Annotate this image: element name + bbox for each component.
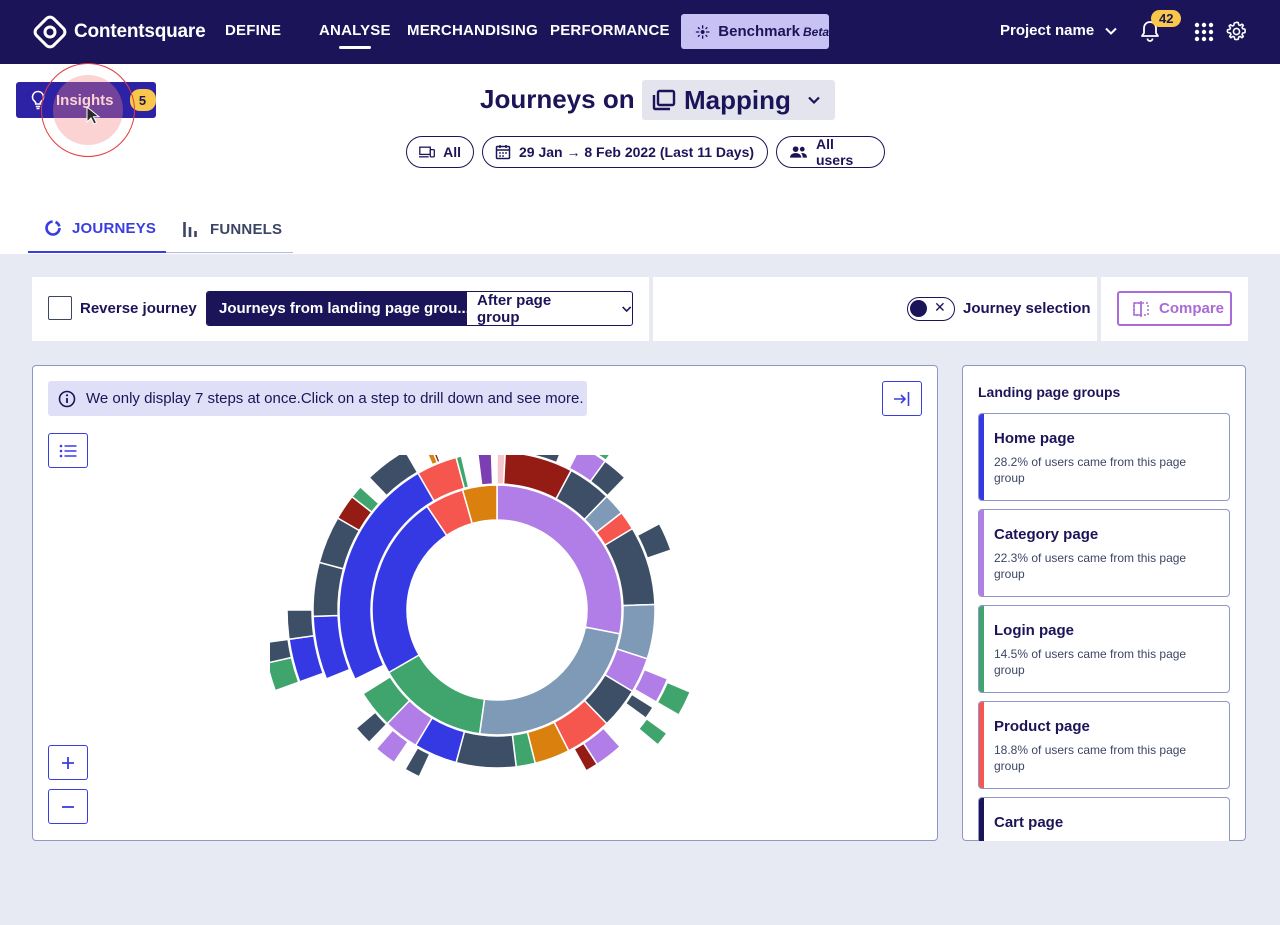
page-title: Journeys on (480, 84, 635, 115)
view-tabs: JOURNEYS FUNNELS (28, 205, 293, 253)
project-selector[interactable]: Project name (1000, 22, 1118, 39)
landing-page-groups-panel (962, 365, 1246, 841)
close-icon: ✕ (934, 299, 946, 315)
chevron-down-icon (808, 96, 820, 105)
beta-tag: Beta (802, 24, 829, 39)
project-name: Project name (1000, 22, 1095, 39)
info-banner: We only display 7 steps at once.Click on… (48, 381, 587, 416)
toggle-knob (910, 300, 927, 317)
gear-icon (1226, 21, 1246, 41)
compare-button[interactable]: Compare (1117, 291, 1232, 326)
devices-icon (419, 146, 435, 158)
journey-direction-selector[interactable]: Journeys from landing page grou... After… (206, 291, 633, 326)
compare-label: Compare (1159, 300, 1225, 317)
apps-grid-icon (1194, 22, 1214, 42)
tab-journeys-label: JOURNEYS (72, 219, 157, 237)
arrow-to-right-icon (894, 391, 910, 406)
sunburst-icon (45, 220, 61, 236)
device-filter-label: All (443, 144, 461, 160)
journey-step-segment[interactable] (477, 455, 494, 486)
compare-icon (1133, 300, 1149, 317)
journeys-from-option[interactable]: Journeys from landing page grou... (207, 292, 467, 325)
journey-selection-label: Journey selection (963, 300, 1091, 317)
journey-step-segment[interactable] (286, 609, 315, 641)
after-page-group-dropdown[interactable]: After page group (467, 292, 632, 325)
journeys-from-label: Journeys from landing page grou... (219, 300, 467, 317)
mapping-label: Mapping (684, 84, 791, 115)
reverse-journey-checkbox[interactable] (48, 296, 72, 320)
journey-step-segment[interactable] (403, 746, 431, 778)
top-navbar: Contentsquare DEFINE ANALYSE MERCHANDISI… (0, 0, 1280, 64)
date-filter-label: 29 Jan → 8 Feb 2022 (Last 11 Days) (519, 144, 755, 160)
journey-selection-toggle[interactable]: ✕ (907, 297, 955, 321)
info-icon (58, 390, 76, 407)
insights-button[interactable]: Insights 5 (16, 82, 156, 118)
info-message: We only display 7 steps at once.Click on… (86, 390, 584, 407)
zoom-in-button[interactable] (48, 745, 88, 780)
notification-count-badge: 42 (1151, 10, 1182, 27)
list-icon (59, 444, 77, 457)
after-page-group-label: After page group (477, 291, 552, 326)
brand-name: Contentsquare (74, 21, 206, 42)
settings-button[interactable] (1226, 21, 1247, 47)
segment-filter[interactable]: All users (776, 136, 885, 168)
mapping-icon (652, 89, 676, 111)
users-icon (789, 146, 808, 158)
reverse-journey-label: Reverse journey (80, 300, 197, 317)
mapping-selector[interactable]: Mapping (642, 80, 835, 120)
chevron-down-icon (1105, 27, 1117, 35)
minus-icon (62, 805, 74, 808)
list-view-button[interactable] (48, 433, 88, 468)
device-filter[interactable]: All (406, 136, 474, 168)
nav-performance[interactable]: PERFORMANCE (550, 22, 670, 39)
segment-filter-label: All users (815, 136, 854, 168)
apps-grid-button[interactable] (1194, 22, 1214, 47)
tab-funnels[interactable]: FUNNELS (182, 205, 282, 253)
tab-funnels-label: FUNNELS (210, 220, 283, 238)
landing-page-groups-title: Landing page groups (978, 384, 1121, 400)
brand-logo[interactable]: Contentsquare (32, 14, 206, 50)
benchmark-label: Benchmark (718, 22, 800, 40)
chevron-down-icon (621, 305, 631, 312)
contentsquare-logo-icon (33, 15, 67, 49)
lightbulb-icon (31, 90, 45, 110)
journey-step-segment[interactable] (455, 730, 518, 769)
nav-define[interactable]: DEFINE (225, 22, 281, 39)
sparkle-icon (695, 24, 710, 39)
collapse-panel-button[interactable] (882, 381, 922, 416)
page-title-prefix: Journeys on (480, 84, 635, 114)
tab-journeys[interactable]: JOURNEYS (28, 205, 166, 253)
nav-analyse[interactable]: ANALYSE (319, 22, 391, 49)
insights-count-badge: 5 (129, 89, 156, 111)
funnel-bars-icon (183, 222, 197, 237)
date-filter[interactable]: 29 Jan → 8 Feb 2022 (Last 11 Days) (482, 136, 768, 168)
journey-step-segment[interactable] (637, 717, 668, 747)
plus-icon (62, 756, 74, 769)
benchmark-button[interactable]: Benchmark Beta (681, 14, 829, 49)
journey-sunburst-chart[interactable] (270, 455, 730, 815)
calendar-icon (495, 145, 511, 160)
zoom-out-button[interactable] (48, 789, 88, 824)
insights-label: Insights (56, 91, 114, 109)
nav-merchandising[interactable]: MERCHANDISING (407, 22, 538, 39)
